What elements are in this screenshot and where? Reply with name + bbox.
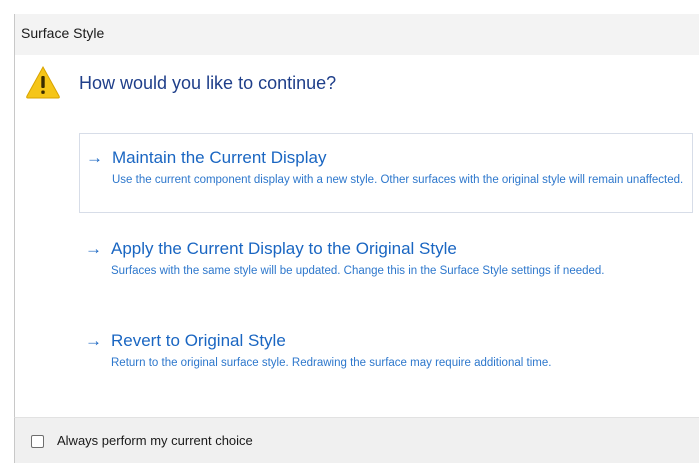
window-title: Surface Style bbox=[21, 25, 105, 41]
top-strip bbox=[0, 0, 699, 14]
option-title: Maintain the Current Display bbox=[112, 148, 327, 167]
option-title: Revert to Original Style bbox=[111, 331, 286, 350]
arrow-right-icon: → bbox=[85, 239, 102, 258]
option-apply-to-original-style[interactable]: → Apply the Current Display to the Origi… bbox=[79, 225, 693, 307]
dialog-footer: Always perform my current choice bbox=[14, 417, 699, 463]
option-maintain-current-display[interactable]: → Maintain the Current Display Use the c… bbox=[79, 133, 693, 213]
option-description: Return to the original surface style. Re… bbox=[111, 357, 552, 369]
always-perform-checkbox[interactable] bbox=[31, 435, 44, 448]
dialog-body: How would you like to continue? → Mainta… bbox=[14, 55, 699, 417]
arrow-right-icon: → bbox=[85, 331, 102, 350]
option-revert-to-original-style[interactable]: → Revert to Original Style Return to the… bbox=[79, 317, 693, 399]
warning-icon bbox=[25, 65, 61, 99]
option-description: Surfaces with the same style will be upd… bbox=[111, 265, 605, 277]
surface-style-dialog: Surface Style How would you like to cont… bbox=[0, 0, 699, 463]
question-heading: How would you like to continue? bbox=[79, 73, 337, 93]
always-perform-label[interactable]: Always perform my current choice bbox=[57, 433, 253, 448]
option-title: Apply the Current Display to the Origina… bbox=[111, 239, 457, 258]
arrow-right-icon: → bbox=[86, 148, 103, 167]
title-bar[interactable]: Surface Style bbox=[14, 14, 699, 55]
option-description: Use the current component display with a… bbox=[112, 174, 684, 186]
